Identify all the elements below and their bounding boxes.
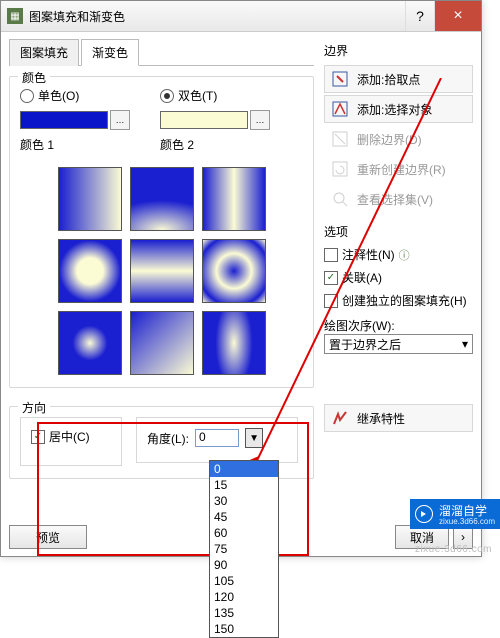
brand-overlay: 溜溜自学 zixue.3d66.com (410, 499, 500, 529)
add-select-objects-label: 添加:选择对象 (357, 101, 432, 118)
gradient-preset[interactable] (202, 311, 266, 375)
annotative-label: 注释性(N) (342, 246, 395, 263)
color1-picker-button[interactable]: … (110, 110, 130, 130)
angle-option[interactable]: 105 (210, 573, 278, 589)
radio-single-color[interactable]: 单色(O) (20, 87, 130, 104)
radio-single-label: 单色(O) (38, 87, 79, 104)
remove-boundary-label: 删除边界(D) (357, 131, 422, 148)
title-bar: ▦ 图案填充和渐变色 ? × (1, 1, 481, 32)
tab-pattern-fill[interactable]: 图案填充 (9, 39, 79, 66)
angle-option[interactable]: 90 (210, 557, 278, 573)
remove-boundary-icon (331, 130, 349, 148)
play-icon (415, 505, 433, 523)
gradient-preset[interactable] (58, 311, 122, 375)
gradient-preset[interactable] (58, 239, 122, 303)
radio-icon (20, 89, 34, 103)
color2-label: 颜色 2 (160, 136, 270, 153)
gradient-preset[interactable] (130, 167, 194, 231)
centered-checkbox[interactable]: 居中(C) (31, 428, 111, 445)
pick-points-icon (331, 70, 349, 88)
hatch-gradient-dialog: ▦ 图案填充和渐变色 ? × 图案填充 渐变色 颜色 单色(O) (0, 0, 482, 557)
watermark: zixue.3d66.com (415, 544, 492, 555)
draw-order-value: 置于边界之后 (329, 336, 401, 353)
angle-label: 角度(L): (147, 430, 189, 447)
remove-boundary-button: 删除边界(D) (324, 125, 473, 153)
tab-gradient[interactable]: 渐变色 (81, 39, 139, 66)
recreate-boundary-icon (331, 160, 349, 178)
gradient-preset-grid (20, 167, 303, 375)
angle-option[interactable]: 150 (210, 621, 278, 637)
angle-option[interactable]: 45 (210, 509, 278, 525)
select-objects-icon (331, 100, 349, 118)
recreate-boundary-button: 重新创建边界(R) (324, 155, 473, 183)
radio-double-label: 双色(T) (178, 87, 217, 104)
independent-hatch-label: 创建独立的图案填充(H) (342, 292, 467, 309)
boundary-section-title: 边界 (324, 42, 473, 59)
gradient-preset[interactable] (202, 239, 266, 303)
draw-order-select[interactable]: 置于边界之后 ▾ (324, 334, 473, 354)
view-selection-button: 查看选择集(V) (324, 185, 473, 213)
gradient-preset[interactable] (58, 167, 122, 231)
annotative-checkbox[interactable]: 注释性(N) ⓘ (324, 246, 473, 263)
add-pick-points-label: 添加:拾取点 (357, 71, 420, 88)
angle-dropdown-list[interactable]: 0 15 30 45 60 75 90 105 120 135 150 (209, 460, 279, 638)
app-icon: ▦ (7, 8, 23, 24)
gradient-preset[interactable] (202, 167, 266, 231)
angle-input[interactable]: 0 (195, 429, 239, 447)
angle-option[interactable]: 15 (210, 477, 278, 493)
color-group: 颜色 单色(O) … 颜色 1 (9, 76, 314, 388)
gradient-preset[interactable] (130, 311, 194, 375)
checkbox-icon (324, 271, 338, 285)
angle-option[interactable]: 135 (210, 605, 278, 621)
view-selection-label: 查看选择集(V) (357, 191, 433, 208)
independent-hatch-checkbox[interactable]: 创建独立的图案填充(H) (324, 292, 473, 309)
view-selection-icon (331, 190, 349, 208)
color1-swatch[interactable] (20, 111, 108, 129)
close-button[interactable]: × (434, 1, 481, 31)
brand-sub: zixue.3d66.com (439, 517, 495, 526)
checkbox-icon (324, 294, 338, 308)
recreate-boundary-label: 重新创建边界(R) (357, 161, 446, 178)
angle-option[interactable]: 0 (210, 461, 278, 477)
draw-order-label: 绘图次序(W): (324, 317, 473, 334)
preview-button[interactable]: 预览 (9, 525, 87, 549)
checkbox-icon (31, 430, 45, 444)
inherit-properties-label: 继承特性 (357, 410, 405, 427)
inherit-icon (331, 409, 349, 427)
angle-option[interactable]: 60 (210, 525, 278, 541)
radio-icon (160, 89, 174, 103)
add-pick-points-button[interactable]: 添加:拾取点 (324, 65, 473, 93)
color1-label: 颜色 1 (20, 136, 130, 153)
associative-label: 关联(A) (342, 269, 382, 286)
add-select-objects-button[interactable]: 添加:选择对象 (324, 95, 473, 123)
help-button[interactable]: ? (405, 1, 434, 31)
centered-label: 居中(C) (49, 428, 90, 445)
color2-picker-button[interactable]: … (250, 110, 270, 130)
info-icon: ⓘ (399, 247, 410, 263)
associative-checkbox[interactable]: 关联(A) (324, 269, 473, 286)
chevron-down-icon: ▾ (462, 337, 468, 351)
color2-swatch[interactable] (160, 111, 248, 129)
tab-bar: 图案填充 渐变色 (9, 38, 314, 66)
angle-dropdown-button[interactable]: ▼ (245, 428, 263, 448)
direction-group-title: 方向 (18, 399, 50, 416)
window-buttons: ? × (405, 1, 481, 31)
window-title: 图案填充和渐变色 (29, 8, 405, 25)
color-group-title: 颜色 (18, 69, 50, 86)
checkbox-icon (324, 248, 338, 262)
angle-option[interactable]: 120 (210, 589, 278, 605)
gradient-preset[interactable] (130, 239, 194, 303)
angle-option[interactable]: 75 (210, 541, 278, 557)
options-section-title: 选项 (324, 223, 473, 240)
inherit-properties-button[interactable]: 继承特性 (324, 404, 473, 432)
angle-option[interactable]: 30 (210, 493, 278, 509)
radio-double-color[interactable]: 双色(T) (160, 87, 270, 104)
